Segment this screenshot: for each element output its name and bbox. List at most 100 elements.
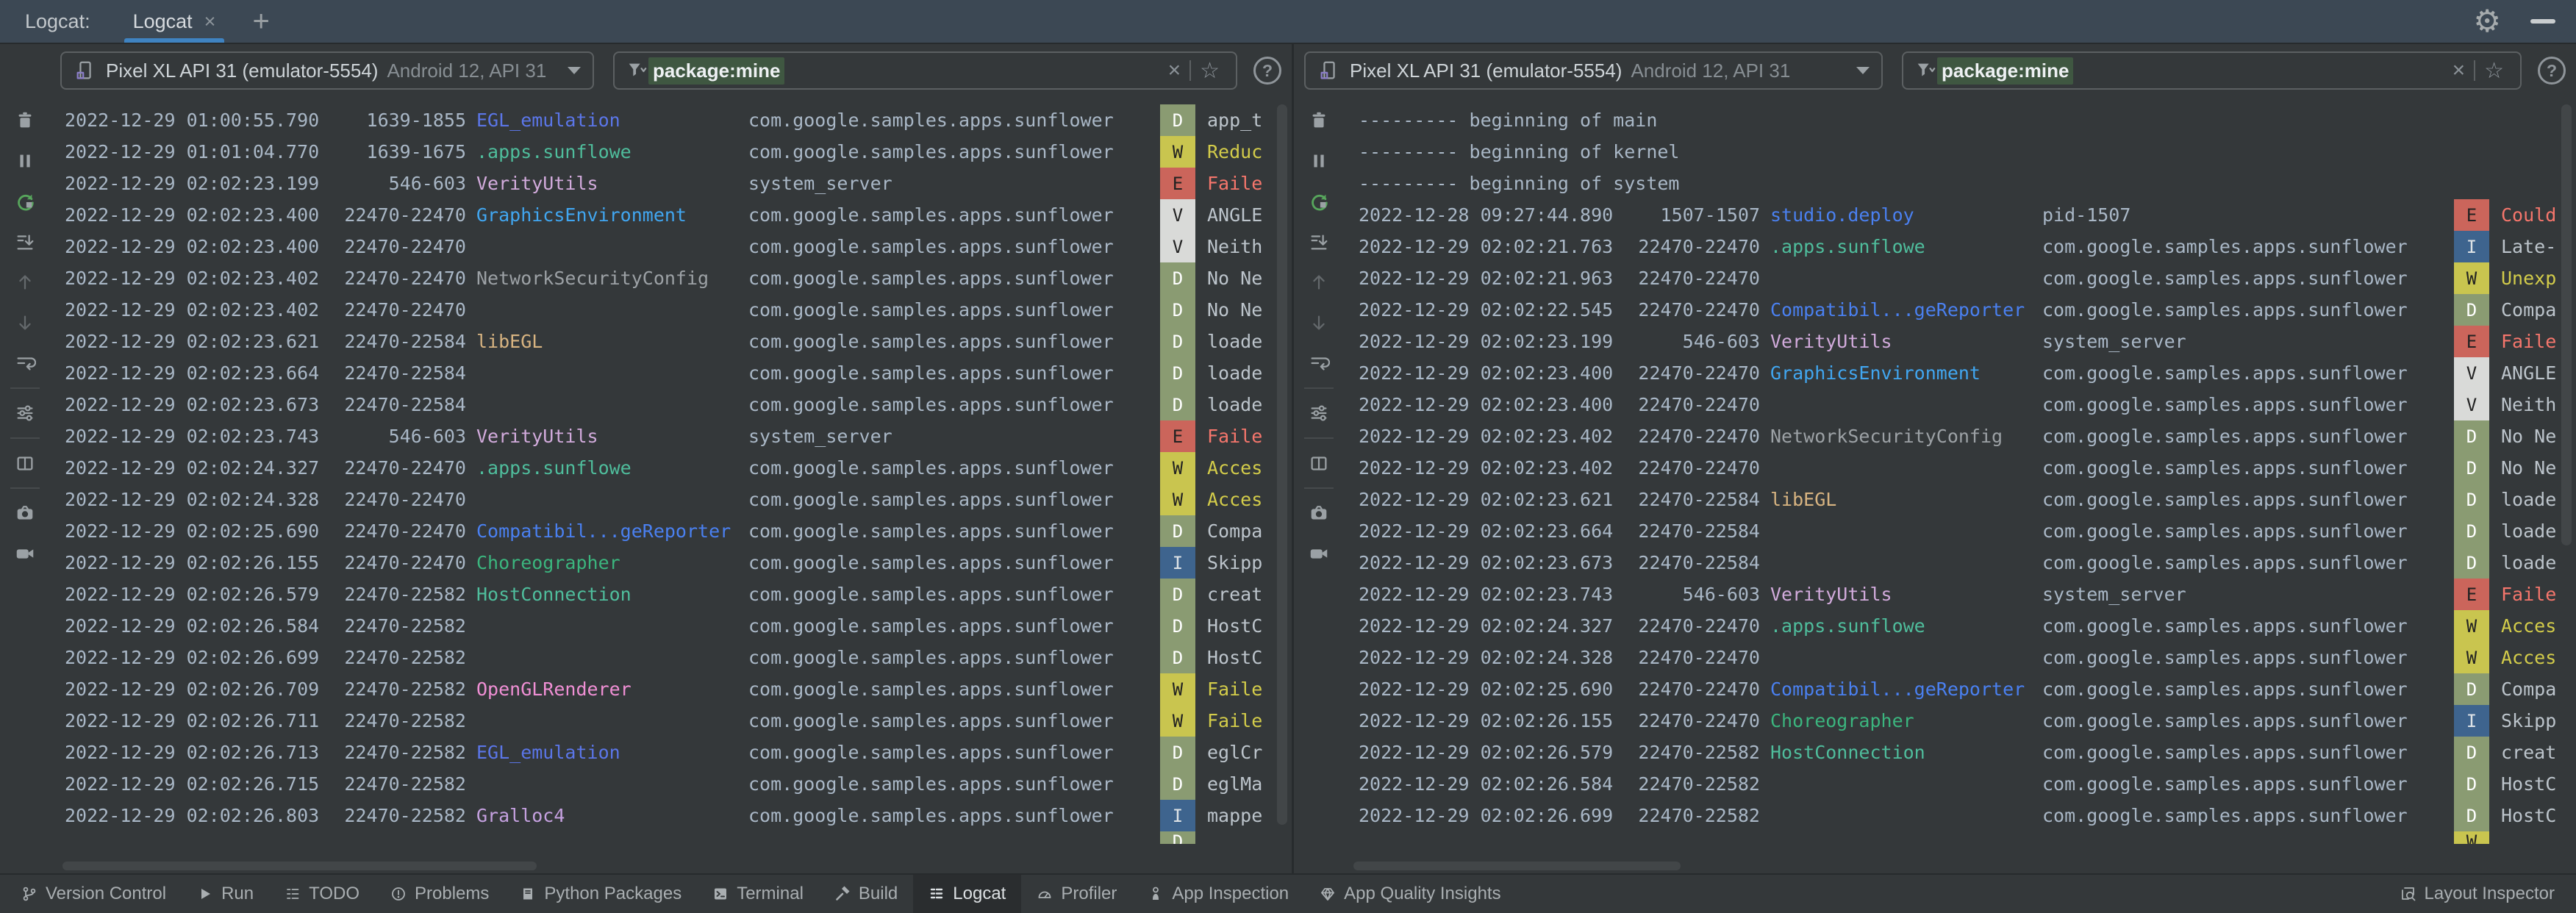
log-row[interactable]: 2022-12-29 02:02:23.621 22470-22584 libEGL… (1344, 484, 2576, 515)
status-item-terminal[interactable]: Terminal (697, 875, 819, 913)
filter-input[interactable]: package:mine × ☆ (1902, 51, 2522, 90)
logcat-settings-icon[interactable] (1307, 401, 1331, 425)
log-banner-row[interactable]: --------- beginning of kernel (1344, 136, 2576, 168)
log-row[interactable]: 2022-12-29 02:02:26.584 22470-22582 com.go… (50, 610, 1292, 642)
next-occurrence-icon[interactable] (1307, 311, 1331, 334)
help-icon[interactable]: ? (1253, 57, 1281, 85)
log-row[interactable]: 2022-12-29 02:02:23.402 22470-22470 com.go… (50, 294, 1292, 326)
favorite-filter-icon[interactable]: ☆ (1194, 58, 1226, 84)
log-row[interactable]: 2022-12-29 02:02:23.199 546-603 VerityUtil… (1344, 326, 2576, 357)
next-occurrence-icon[interactable] (13, 311, 37, 334)
clear-logcat-icon[interactable] (13, 109, 37, 132)
log-row[interactable]: 2022-12-29 02:02:23.402 22470-22470 com.go… (1344, 452, 2576, 484)
previous-occurrence-icon[interactable] (13, 271, 37, 294)
log-row[interactable]: 2022-12-29 02:02:23.402 22470-22470 Networ… (1344, 420, 2576, 452)
status-item-version-control[interactable]: Version Control (6, 875, 182, 913)
log-row[interactable]: 2022-12-29 02:02:23.673 22470-22584 com.go… (50, 389, 1292, 420)
filter-query-text[interactable]: package:mine (1937, 57, 2074, 85)
filter-funnel-icon[interactable] (1914, 59, 1937, 82)
log-row[interactable]: W (1344, 831, 2576, 844)
clear-filter-icon[interactable]: × (2447, 58, 2472, 83)
device-selector[interactable]: Pixel XL API 31 (emulator-5554) Android … (60, 51, 594, 90)
horizontal-scrollbar[interactable] (62, 862, 537, 870)
status-item-todo[interactable]: TODO (269, 875, 375, 913)
tab-close-icon[interactable]: × (204, 10, 216, 33)
pause-logcat-icon[interactable] (13, 149, 37, 173)
status-item-logcat[interactable]: Logcat (913, 875, 1022, 913)
log-row[interactable]: 2022-12-29 02:02:26.803 22470-22582 Grallo… (50, 800, 1292, 831)
log-row[interactable]: 2022-12-29 02:02:26.155 22470-22470 Choreo… (50, 547, 1292, 579)
screenshot-icon[interactable] (1307, 501, 1331, 525)
status-item-profiler[interactable]: Profiler (1021, 875, 1132, 913)
log-banner-row[interactable]: --------- beginning of system (1344, 168, 2576, 199)
help-icon[interactable]: ? (2538, 57, 2566, 85)
pause-logcat-icon[interactable] (1307, 149, 1331, 173)
scroll-to-end-icon[interactable] (1307, 230, 1331, 254)
log-row[interactable]: 2022-12-29 02:02:25.690 22470-22470 Compat… (50, 515, 1292, 547)
filter-input[interactable]: package:mine × ☆ (613, 51, 1237, 90)
device-selector[interactable]: Pixel XL API 31 (emulator-5554) Android … (1304, 51, 1883, 90)
log-row[interactable]: 2022-12-29 02:02:26.713 22470-22582 EGL_em… (50, 737, 1292, 768)
restart-logcat-icon[interactable] (13, 190, 37, 213)
status-item-build[interactable]: Build (819, 875, 913, 913)
log-row[interactable]: 2022-12-29 01:01:04.770 1639-1675 .apps.su… (50, 136, 1292, 168)
log-row[interactable]: 2022-12-29 02:02:23.199 546-603 VerityUtil… (50, 168, 1292, 199)
log-row[interactable]: 2022-12-28 09:27:44.890 1507-1507 studio.d… (1344, 199, 2576, 231)
log-row[interactable]: 2022-12-29 02:02:26.711 22470-22582 com.go… (50, 705, 1292, 737)
log-row[interactable]: 2022-12-29 02:02:23.664 22470-22584 com.go… (50, 357, 1292, 389)
log-row[interactable]: 2022-12-29 02:02:24.328 22470-22470 com.go… (50, 484, 1292, 515)
log-row[interactable]: 2022-12-29 02:02:23.400 22470-22470 Graphi… (50, 199, 1292, 231)
screenshot-icon[interactable] (13, 501, 37, 525)
log-row[interactable]: 2022-12-29 02:02:23.673 22470-22584 com.go… (1344, 547, 2576, 579)
log-row[interactable]: 2022-12-29 02:02:23.400 22470-22470 Graphi… (1344, 357, 2576, 389)
log-row[interactable]: 2022-12-29 02:02:23.402 22470-22470 Networ… (50, 262, 1292, 294)
horizontal-scrollbar[interactable] (1353, 862, 1681, 870)
log-row[interactable]: 2022-12-29 02:02:24.327 22470-22470 .apps.… (1344, 610, 2576, 642)
status-item-app-quality-insights[interactable]: App Quality Insights (1304, 875, 1516, 913)
vertical-scrollbar[interactable] (1277, 104, 1287, 825)
status-item-python-packages[interactable]: Python Packages (504, 875, 697, 913)
filter-query-text[interactable]: package:mine (648, 57, 785, 85)
log-row[interactable]: 2022-12-29 02:02:26.579 22470-22582 HostCo… (1344, 737, 2576, 768)
filter-funnel-icon[interactable] (625, 59, 648, 82)
soft-wrap-icon[interactable] (13, 351, 37, 375)
log-row[interactable]: 2022-12-29 02:02:26.579 22470-22582 HostCo… (50, 579, 1292, 610)
status-item-layout-inspector[interactable]: Layout Inspector (2385, 875, 2570, 913)
log-row[interactable]: 2022-12-29 02:02:22.545 22470-22470 Compat… (1344, 294, 2576, 326)
log-row[interactable]: 2022-12-29 02:02:25.690 22470-22470 Compat… (1344, 673, 2576, 705)
screen-record-icon[interactable] (1307, 542, 1331, 565)
clear-logcat-icon[interactable] (1307, 109, 1331, 132)
log-row[interactable]: 2022-12-29 02:02:26.584 22470-22582 com.go… (1344, 768, 2576, 800)
log-row[interactable]: 2022-12-29 02:02:23.664 22470-22584 com.go… (1344, 515, 2576, 547)
log-row[interactable]: 2022-12-29 02:02:24.327 22470-22470 .apps.… (50, 452, 1292, 484)
logcat-settings-icon[interactable] (13, 401, 37, 425)
status-item-app-inspection[interactable]: App Inspection (1132, 875, 1304, 913)
log-row[interactable]: 2022-12-29 02:02:23.400 22470-22470 com.go… (1344, 389, 2576, 420)
settings-gear-icon[interactable]: ⚙ (2473, 6, 2501, 37)
tab-logcat[interactable]: Logcat × (124, 0, 225, 43)
log-row[interactable]: 2022-12-29 02:02:24.328 22470-22470 com.go… (1344, 642, 2576, 673)
screen-record-icon[interactable] (13, 542, 37, 565)
log-row[interactable]: 2022-12-29 02:02:21.963 22470-22470 com.go… (1344, 262, 2576, 294)
hide-tool-window-icon[interactable] (2530, 19, 2555, 24)
favorite-filter-icon[interactable]: ☆ (2478, 58, 2510, 84)
log-row[interactable]: 2022-12-29 02:02:26.699 22470-22582 com.go… (50, 642, 1292, 673)
log-row[interactable]: 2022-12-29 02:02:21.763 22470-22470 .apps.… (1344, 231, 2576, 262)
status-item-problems[interactable]: Problems (375, 875, 504, 913)
log-banner-row[interactable]: --------- beginning of main (1344, 104, 2576, 136)
log-row[interactable]: 2022-12-29 02:02:23.743 546-603 VerityUtil… (1344, 579, 2576, 610)
soft-wrap-icon[interactable] (1307, 351, 1331, 375)
log-row[interactable]: 2022-12-29 01:00:55.790 1639-1855 EGL_emul… (50, 104, 1292, 136)
log-row[interactable]: 2022-12-29 02:02:26.699 22470-22582 com.go… (1344, 800, 2576, 831)
split-panels-icon[interactable] (1307, 451, 1331, 475)
clear-filter-icon[interactable]: × (1162, 58, 1187, 83)
log-row[interactable]: 2022-12-29 02:02:26.709 22470-22582 OpenGL… (50, 673, 1292, 705)
left-log-view[interactable]: 2022-12-29 01:00:55.790 1639-1855 EGL_emul… (50, 97, 1292, 873)
scroll-to-end-icon[interactable] (13, 230, 37, 254)
add-tab-button[interactable]: + (252, 7, 269, 36)
log-row[interactable]: D (50, 831, 1292, 844)
split-panels-icon[interactable] (13, 451, 37, 475)
log-row[interactable]: 2022-12-29 02:02:23.743 546-603 VerityUtil… (50, 420, 1292, 452)
log-row[interactable]: 2022-12-29 02:02:26.155 22470-22470 Choreo… (1344, 705, 2576, 737)
previous-occurrence-icon[interactable] (1307, 271, 1331, 294)
